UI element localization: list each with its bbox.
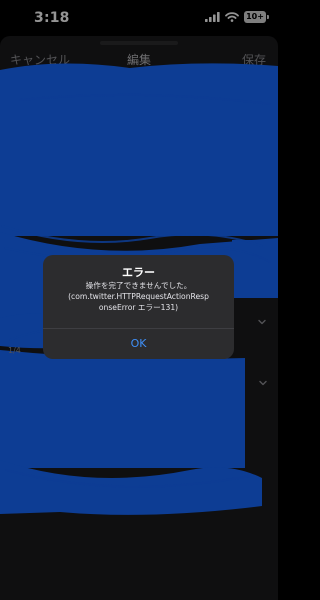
ok-button[interactable]: OK [43,329,234,359]
error-alert: エラー 操作を完了できませんでした。 (com.twitter.HTTPRequ… [43,255,234,359]
alert-message-line: (com.twitter.HTTPRequestActionResp [68,292,209,301]
alert-message-line: onseError エラー131) [98,303,179,312]
alert-message: 操作を完了できませんでした。 (com.twitter.HTTPRequestA… [51,280,226,313]
alert-title: エラー [122,266,155,279]
alert-message-line: 操作を完了できませんでした。 [85,281,192,290]
